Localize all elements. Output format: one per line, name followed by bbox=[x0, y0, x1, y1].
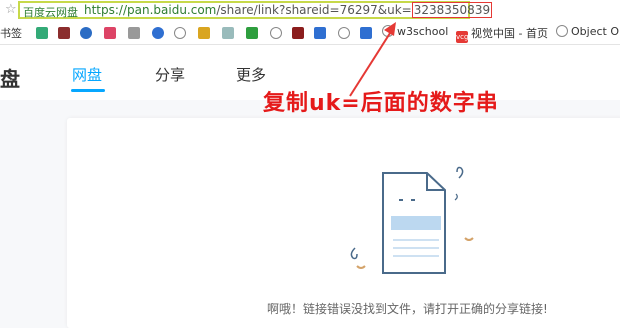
annotation-text: 复制uk=后面的数字串 bbox=[263, 91, 499, 116]
content-card: 啊哦！链接错误没找到文件，请打开正确的分享链接! bbox=[67, 118, 620, 328]
error-message: 啊哦！链接错误没找到文件，请打开正确的分享链接! bbox=[267, 302, 548, 316]
broken-file-icon bbox=[350, 166, 474, 274]
